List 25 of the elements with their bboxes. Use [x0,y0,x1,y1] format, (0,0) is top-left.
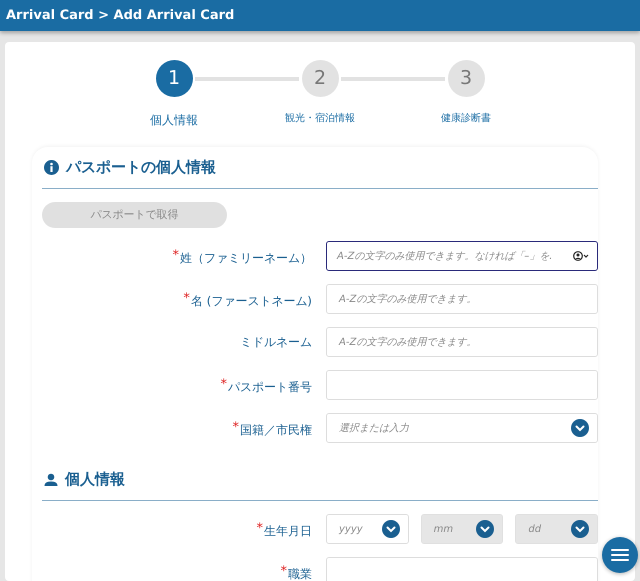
select-field[interactable]: 選択または入力 [326,413,598,444]
step-label: 観光・宿泊情報 [285,112,355,126]
input-field[interactable]: A-Zの文字のみ使用できます。なければ「–」を. [326,241,598,272]
field-label: ミドルネーム [239,334,313,352]
step-circle[interactable]: 2 [302,60,338,97]
step-circle[interactable]: 1 [156,60,192,97]
step-label: 個人情報 [150,112,198,129]
menu-icon [611,548,629,562]
input-field[interactable]: A-Zの文字のみ使用できます。 [326,284,598,314]
autofill-icon [573,251,589,262]
person-icon [44,472,58,486]
step-label: 健康診断書 [441,112,491,126]
dropdown-icon [476,520,494,538]
input-field[interactable] [326,370,598,400]
dropdown-icon [571,419,589,438]
breadcrumb: Arrival Card > Add Arrival Card [6,6,234,25]
dropdown-icon [382,520,400,538]
info-icon [44,160,59,174]
step-circle[interactable]: 3 [448,60,484,97]
section-title: 個人情報 [65,470,125,488]
section-title: パスポートの個人情報 [66,158,216,176]
dropdown-icon [571,520,590,538]
date-select[interactable]: yyyy [326,514,409,544]
input-field[interactable] [326,557,598,581]
input-field[interactable]: A-Zの文字のみ使用できます。 [326,327,598,358]
